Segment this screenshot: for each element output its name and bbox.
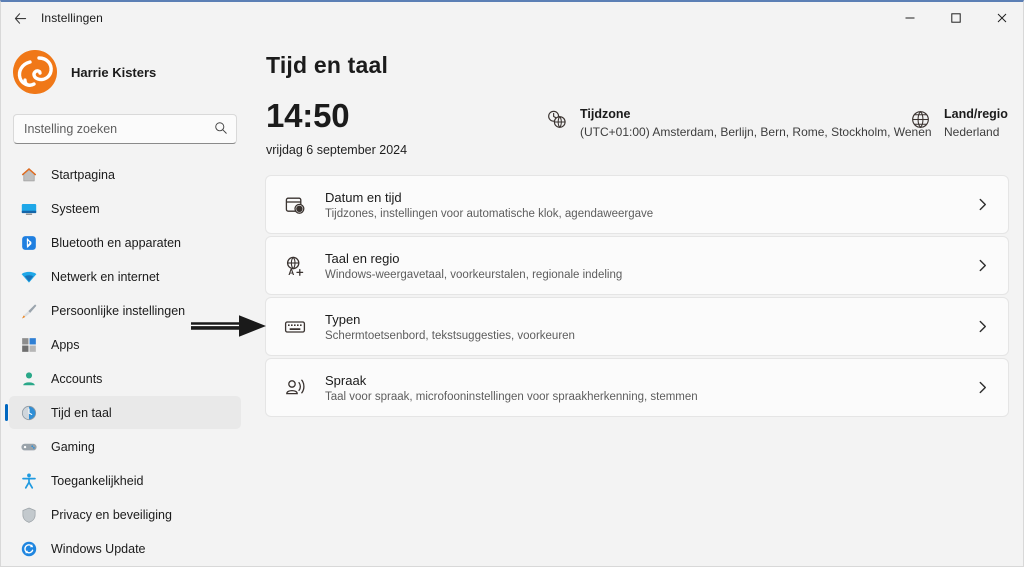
page-title: Tijd en taal — [266, 52, 389, 78]
current-date: vrijdag 6 september 2024 — [266, 143, 408, 157]
back-arrow-icon — [14, 12, 26, 24]
search-input[interactable] — [13, 114, 237, 144]
sidebar-item-label: Toegankelijkheid — [51, 473, 144, 488]
settings-card-spraak[interactable]: Spraak Taal voor spraak, microfooninstel… — [265, 358, 1009, 417]
sidebar-item-tijd-en-taal[interactable]: Tijd en taal — [5, 396, 241, 429]
chevron-right-icon[interactable] — [970, 376, 994, 400]
home-icon — [19, 165, 39, 185]
card-body: Typen Schermtoetsenbord, tekstsuggesties… — [325, 311, 970, 342]
timezone-text: Tijdzone (UTC+01:00) Amsterdam, Berlijn,… — [580, 106, 932, 139]
settings-window: Instellingen Harrie Kisters Instelling z… — [0, 0, 1024, 567]
timezone-value: (UTC+01:00) Amsterdam, Berlijn, Bern, Ro… — [580, 125, 932, 139]
sidebar-item-label: Netwerk en internet — [51, 269, 160, 284]
summary-row: 14:50 vrijdag 6 september 2024 Tijdzone … — [265, 97, 1009, 167]
search-container — [13, 114, 237, 144]
clock-globe-icon — [19, 403, 39, 423]
gamepad-icon — [19, 437, 39, 457]
sidebar-item-label: Apps — [51, 337, 80, 352]
maximize-button[interactable] — [933, 2, 979, 34]
close-button[interactable] — [979, 2, 1023, 34]
sidebar-item-windows-update[interactable]: Windows Update — [9, 532, 241, 565]
card-body: Datum en tijd Tijdzones, instellingen vo… — [325, 189, 970, 220]
sidebar-item-label: Startpagina — [51, 167, 115, 182]
maximize-icon — [951, 13, 961, 23]
sidebar-item-label: Windows Update — [51, 541, 146, 556]
sidebar-item-systeem[interactable]: Systeem — [9, 192, 241, 225]
sidebar-item-label: Systeem — [51, 201, 100, 216]
sidebar-item-privacy-en-beveiliging[interactable]: Privacy en beveiliging — [9, 498, 241, 531]
sidebar-item-label: Gaming — [51, 439, 95, 454]
sidebar-item-toegankelijkheid[interactable]: Toegankelijkheid — [9, 464, 241, 497]
settings-card-datum-en-tijd[interactable]: Datum en tijd Tijdzones, instellingen vo… — [265, 175, 1009, 234]
minimize-icon — [905, 17, 915, 19]
accessibility-person-icon — [19, 471, 39, 491]
sidebar-nav: Startpagina Systeem Bluetooth en apparat… — [1, 158, 249, 565]
card-body: Spraak Taal voor spraak, microfooninstel… — [325, 372, 970, 403]
sidebar-item-label: Tijd en taal — [51, 405, 112, 420]
sidebar: Harrie Kisters Instelling zoeken Startpa… — [1, 34, 249, 566]
card-title: Datum en tijd — [325, 190, 402, 205]
apps-grid-icon — [19, 335, 39, 355]
card-title: Taal en regio — [325, 251, 400, 266]
user-avatar-logo — [13, 50, 57, 94]
display-monitor-icon — [19, 199, 39, 219]
card-subtitle: Tijdzones, instellingen voor automatisch… — [325, 208, 654, 220]
current-time: 14:50 — [266, 97, 350, 134]
chevron-right-icon[interactable] — [970, 193, 994, 217]
timezone-info: Tijdzone (UTC+01:00) Amsterdam, Berlijn,… — [545, 106, 932, 139]
clock-globe-icon — [545, 108, 567, 130]
region-text: Land/regio Nederland — [944, 106, 1008, 139]
sidebar-item-persoonlijke-instellingen[interactable]: Persoonlijke instellingen — [9, 294, 241, 327]
keyboard-icon — [282, 314, 308, 340]
card-subtitle: Taal voor spraak, microfooninstellingen … — [325, 391, 698, 403]
chevron-right-icon[interactable] — [970, 254, 994, 278]
sidebar-item-label: Accounts — [51, 371, 103, 386]
timezone-title: Tijdzone — [580, 107, 631, 121]
account-text: Harrie Kisters — [71, 65, 156, 80]
settings-cards: Datum en tijd Tijdzones, instellingen vo… — [265, 175, 1009, 417]
titlebar: Instellingen — [1, 2, 1023, 34]
sidebar-item-label: Persoonlijke instellingen — [51, 303, 186, 318]
close-icon — [997, 13, 1007, 23]
person-icon — [19, 369, 39, 389]
sidebar-item-label: Privacy en beveiliging — [51, 507, 172, 522]
region-value: Nederland — [944, 125, 1000, 139]
language-globe-icon: A — [282, 253, 308, 279]
card-subtitle: Windows-weergavetaal, voorkeurstalen, re… — [325, 269, 623, 281]
bluetooth-icon — [19, 233, 39, 253]
card-title: Spraak — [325, 373, 367, 388]
svg-text:A: A — [288, 267, 294, 277]
settings-card-taal-en-regio[interactable]: A Taal en regio Windows-weergavetaal, vo… — [265, 236, 1009, 295]
sidebar-item-bluetooth-en-apparaten[interactable]: Bluetooth en apparaten — [9, 226, 241, 259]
account-name: Harrie Kisters — [71, 64, 157, 80]
clock-block: 14:50 vrijdag 6 september 2024 — [266, 97, 407, 157]
window-controls — [887, 2, 1023, 34]
account-section[interactable]: Harrie Kisters — [1, 42, 249, 102]
sidebar-item-netwerk-en-internet[interactable]: Netwerk en internet — [9, 260, 241, 293]
back-button[interactable] — [3, 3, 37, 33]
minimize-button[interactable] — [887, 2, 933, 34]
settings-card-typen[interactable]: Typen Schermtoetsenbord, tekstsuggesties… — [265, 297, 1009, 356]
main-content: Tijd en taal 14:50 vrijdag 6 september 2… — [249, 34, 1023, 566]
sidebar-item-apps[interactable]: Apps — [9, 328, 241, 361]
calendar-clock-icon — [282, 192, 308, 218]
region-info: Land/regio Nederland — [909, 106, 1008, 139]
card-subtitle: Schermtoetsenbord, tekstsuggesties, voor… — [325, 330, 575, 342]
card-body: Taal en regio Windows-weergavetaal, voor… — [325, 250, 970, 281]
sidebar-item-label: Bluetooth en apparaten — [51, 235, 181, 250]
speech-icon — [282, 375, 308, 401]
chevron-right-icon[interactable] — [970, 315, 994, 339]
sidebar-item-gaming[interactable]: Gaming — [9, 430, 241, 463]
window-title: Instellingen — [41, 11, 103, 25]
paintbrush-icon — [19, 301, 39, 321]
update-refresh-icon — [19, 539, 39, 559]
region-title: Land/regio — [944, 107, 1008, 121]
avatar — [13, 50, 57, 94]
sidebar-item-startpagina[interactable]: Startpagina — [9, 158, 241, 191]
sidebar-item-accounts[interactable]: Accounts — [9, 362, 241, 395]
wifi-icon — [19, 267, 39, 287]
card-title: Typen — [325, 312, 361, 327]
globe-icon — [909, 108, 931, 130]
shield-icon — [19, 505, 39, 525]
